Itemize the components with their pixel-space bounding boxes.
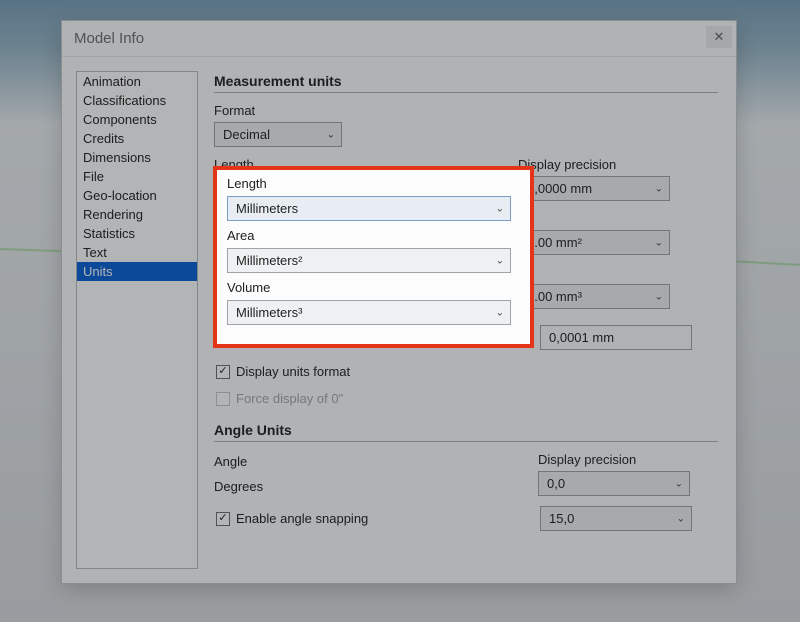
length-snapping-row: ✓ Enable length snapping 0,0001 mm — [214, 325, 718, 350]
format-field: Format Decimal ⌄ — [214, 103, 718, 147]
format-select[interactable]: Decimal ⌄ — [214, 122, 342, 147]
sidebar-item-units[interactable]: Units — [77, 262, 197, 281]
sidebar-item-classifications[interactable]: Classifications — [77, 91, 197, 110]
length-select[interactable]: Millimeters ⌄ — [214, 176, 498, 201]
length-value: Millimeters — [223, 181, 285, 196]
angle-precision-select[interactable]: 0,0 ⌄ — [538, 471, 690, 496]
dialog-body: Animation Classifications Components Cre… — [62, 57, 736, 583]
length-snapping-input[interactable]: 0,0001 mm — [540, 325, 692, 350]
volume-precision-value: 0.00 mm³ — [527, 289, 582, 304]
area-precision-value: 0.00 mm² — [527, 235, 582, 250]
model-info-dialog: Model Info ✕ Animation Classifications C… — [61, 20, 737, 584]
sidebar-item-label: Components — [83, 112, 157, 127]
enable-angle-snapping-label: Enable angle snapping — [236, 511, 368, 526]
chevron-down-icon: ⌄ — [675, 478, 683, 489]
angle-field: Angle Degrees — [214, 454, 518, 496]
chevron-down-icon: ⌄ — [483, 183, 491, 194]
checkbox-icon: ✓ — [216, 512, 230, 526]
sidebar-item-label: Rendering — [83, 207, 143, 222]
sidebar-item-label: File — [83, 169, 104, 184]
force-display-label: Force display of 0" — [236, 391, 343, 406]
chevron-down-icon: ⌄ — [655, 291, 663, 302]
angle-precision-field: Display precision 0,0 ⌄ — [538, 452, 690, 496]
length-field: Length Millimeters ⌄ — [214, 157, 498, 201]
sidebar-item-label: Classifications — [83, 93, 166, 108]
angle-snapping-value: 15,0 — [549, 511, 574, 526]
chevron-down-icon: ⌄ — [483, 291, 491, 302]
volume-precision-field: 0.00 mm³ ⌄ — [518, 284, 670, 309]
volume-value: Millimeters³ — [223, 289, 289, 304]
length-label: Length — [214, 157, 498, 172]
format-value: Decimal — [223, 127, 270, 142]
chevron-down-icon: ⌄ — [327, 129, 335, 140]
sidebar-item-animation[interactable]: Animation — [77, 72, 197, 91]
enable-length-snapping-checkbox[interactable]: ✓ Enable length snapping — [216, 330, 520, 345]
enable-angle-snapping-checkbox[interactable]: ✓ Enable angle snapping — [216, 511, 520, 526]
sidebar-item-components[interactable]: Components — [77, 110, 197, 129]
sidebar-item-dimensions[interactable]: Dimensions — [77, 148, 197, 167]
checkbox-icon — [216, 392, 230, 406]
volume-label: Volume — [214, 265, 498, 280]
display-units-format-checkbox[interactable]: ✓ Display units format — [216, 364, 718, 379]
volume-row: Volume Millimeters³ ⌄ 0.00 mm³ ⌄ — [214, 265, 718, 309]
area-row: Area Millimeters² ⌄ 0.00 mm² ⌄ — [214, 211, 718, 255]
angle-label: Angle — [214, 454, 518, 469]
sidebar-item-text[interactable]: Text — [77, 243, 197, 262]
display-precision-label: Display precision — [518, 157, 670, 172]
window-title: Model Info — [74, 30, 144, 47]
sidebar-item-label: Dimensions — [83, 150, 151, 165]
sidebar-item-rendering[interactable]: Rendering — [77, 205, 197, 224]
sidebar-item-label: Units — [83, 264, 113, 279]
format-label: Format — [214, 103, 718, 118]
checkbox-icon: ✓ — [216, 365, 230, 379]
sidebar-item-label: Credits — [83, 131, 124, 146]
length-precision-field: Display precision 0,0000 mm ⌄ — [518, 157, 670, 201]
chevron-down-icon: ⌄ — [655, 237, 663, 248]
chevron-down-icon: ⌄ — [677, 513, 685, 524]
sidebar-item-label: Statistics — [83, 226, 135, 241]
sidebar-item-statistics[interactable]: Statistics — [77, 224, 197, 243]
measurement-units-header: Measurement units — [214, 71, 718, 93]
area-field: Area Millimeters² ⌄ — [214, 211, 498, 255]
category-sidebar: Animation Classifications Components Cre… — [76, 71, 198, 569]
checkbox-icon: ✓ — [216, 331, 230, 345]
close-button[interactable]: ✕ — [706, 26, 732, 48]
length-snapping-value: 0,0001 mm — [549, 330, 614, 345]
force-display-checkbox: Force display of 0" — [216, 391, 718, 406]
sidebar-item-credits[interactable]: Credits — [77, 129, 197, 148]
units-panel: Measurement units Format Decimal ⌄ Lengt… — [210, 71, 722, 569]
length-precision-value: 0,0000 mm — [527, 181, 592, 196]
sidebar-item-file[interactable]: File — [77, 167, 197, 186]
sidebar-item-label: Text — [83, 245, 107, 260]
area-select[interactable]: Millimeters² ⌄ — [214, 230, 498, 255]
chevron-down-icon: ⌄ — [483, 237, 491, 248]
sidebar-item-label: Geo-location — [83, 188, 157, 203]
titlebar[interactable]: Model Info ✕ — [62, 21, 736, 57]
volume-field: Volume Millimeters³ ⌄ — [214, 265, 498, 309]
chevron-down-icon: ⌄ — [655, 183, 663, 194]
close-icon: ✕ — [714, 29, 725, 45]
display-units-format-label: Display units format — [236, 364, 350, 379]
angle-units-header: Angle Units — [214, 420, 718, 442]
angle-precision-label: Display precision — [538, 452, 690, 467]
angle-snapping-row: ✓ Enable angle snapping 15,0 ⌄ — [214, 506, 718, 531]
angle-row: Angle Degrees Display precision 0,0 ⌄ — [214, 452, 718, 496]
angle-precision-value: 0,0 — [547, 476, 565, 491]
sidebar-item-geo-location[interactable]: Geo-location — [77, 186, 197, 205]
area-precision-field: 0.00 mm² ⌄ — [518, 230, 670, 255]
area-value: Millimeters² — [223, 235, 289, 250]
enable-length-snapping-label: Enable length snapping — [236, 330, 372, 345]
volume-select[interactable]: Millimeters³ ⌄ — [214, 284, 498, 309]
volume-precision-select[interactable]: 0.00 mm³ ⌄ — [518, 284, 670, 309]
sidebar-item-label: Animation — [83, 74, 141, 89]
length-row: Length Millimeters ⌄ Display precision 0… — [214, 157, 718, 201]
area-precision-select[interactable]: 0.00 mm² ⌄ — [518, 230, 670, 255]
angle-value: Degrees — [214, 479, 518, 494]
length-precision-select[interactable]: 0,0000 mm ⌄ — [518, 176, 670, 201]
angle-snapping-select[interactable]: 15,0 ⌄ — [540, 506, 692, 531]
area-label: Area — [214, 211, 498, 226]
